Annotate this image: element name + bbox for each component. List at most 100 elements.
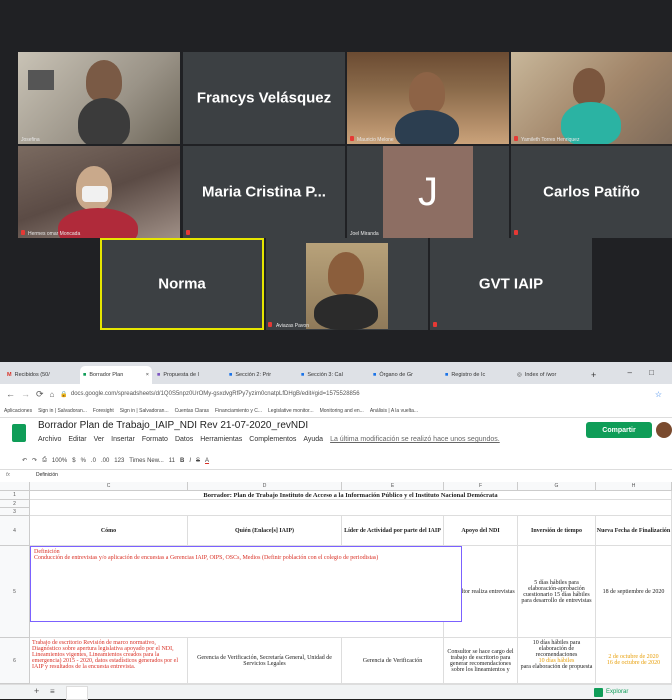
menu-item[interactable]: Editar: [68, 436, 86, 443]
browser-tab[interactable]: M Recibidos (50/: [4, 366, 78, 384]
cell[interactable]: 2 de octubre de 2020 16 de octubre de 20…: [596, 638, 672, 684]
column-header[interactable]: G: [518, 482, 596, 491]
browser-tab[interactable]: ■ Sección 2: Prir: [226, 366, 296, 384]
font-size-select[interactable]: 11: [169, 458, 175, 464]
browser-tab[interactable]: ■ Sección 3: Cal: [298, 366, 368, 384]
corner-cell[interactable]: [0, 482, 30, 491]
bookmark-item[interactable]: Sign in | Salvadoran...: [38, 408, 87, 414]
participant-tile[interactable]: J Joel Miranda: [347, 146, 509, 238]
row-header[interactable]: 6: [0, 638, 30, 684]
column-header[interactable]: F: [444, 482, 518, 491]
bold-button[interactable]: B: [180, 458, 184, 464]
new-tab-button[interactable]: +: [588, 366, 602, 384]
participant-tile[interactable]: Yamileth Torres Henriquez: [511, 52, 672, 144]
add-sheet-button[interactable]: +: [34, 686, 39, 696]
participant-tile[interactable]: Aviazas Pavon: [266, 238, 428, 330]
participant-tile[interactable]: Josefina: [18, 52, 180, 144]
bookmark-item[interactable]: Foresight: [93, 408, 114, 414]
italic-button[interactable]: I: [189, 458, 191, 464]
cell[interactable]: Consultor se hace cargo del trabajo de e…: [444, 638, 518, 684]
menu-item[interactable]: Herramientas: [200, 436, 242, 443]
column-header[interactable]: H: [596, 482, 672, 491]
bookmark-item[interactable]: Legislative monitor...: [268, 408, 314, 414]
decrease-decimal[interactable]: .0: [91, 458, 96, 464]
participant-tile[interactable]: Mauricio Melone: [347, 52, 509, 144]
percent-format[interactable]: %: [81, 458, 86, 464]
menu-item[interactable]: Complementos: [249, 436, 296, 443]
more-formats[interactable]: 123: [114, 458, 124, 464]
row-header[interactable]: 4: [0, 516, 30, 546]
menu-item[interactable]: Archivo: [38, 436, 61, 443]
back-icon[interactable]: ←: [6, 389, 15, 399]
browser-tab[interactable]: ■ Propuesta de l: [154, 366, 224, 384]
menu-item[interactable]: Formato: [142, 436, 168, 443]
cell[interactable]: Gerencia de Verificación, Secretaría Gen…: [188, 638, 342, 684]
reload-icon[interactable]: ⟳: [36, 389, 44, 400]
cell[interactable]: Trabajo de escritorio Revisión de marco …: [30, 638, 188, 684]
sheets-logo-icon[interactable]: [12, 424, 26, 442]
print-icon[interactable]: ⎙: [42, 457, 47, 464]
browser-tab[interactable]: ■ Órgano de Gr: [370, 366, 440, 384]
browser-tab[interactable]: ◎ Index of /wor: [514, 366, 586, 384]
header-cell[interactable]: Nueva Fecha de Finalización: [596, 516, 672, 546]
menu-item[interactable]: Datos: [175, 436, 193, 443]
row-header[interactable]: 2: [0, 500, 30, 508]
home-icon[interactable]: ⌂: [50, 390, 55, 399]
header-cell[interactable]: Quién (Enlace[s] IAIP): [188, 516, 342, 546]
share-button[interactable]: Compartir: [586, 422, 652, 438]
currency-format[interactable]: $: [72, 458, 75, 464]
strikethrough-button[interactable]: S: [196, 458, 200, 464]
participant-tile-active-speaker[interactable]: Norma: [100, 238, 264, 330]
bookmark-item[interactable]: Sign in | Salvadoran...: [120, 408, 169, 414]
header-cell[interactable]: Inversión de tiempo: [518, 516, 596, 546]
zoom-select[interactable]: 100%: [52, 458, 67, 464]
star-icon[interactable]: ☆: [655, 390, 662, 399]
editing-cell[interactable]: Definición Conducción de entrevistas y/o…: [30, 546, 462, 622]
browser-tab-active[interactable]: ■ Borrador Plan ×: [80, 366, 152, 384]
close-icon[interactable]: ×: [146, 372, 149, 378]
bookmark-item[interactable]: Financiamiento y C...: [215, 408, 262, 414]
cell[interactable]: 5 días hábiles para elaboración-aprobaci…: [518, 546, 596, 638]
cell[interactable]: Gerencia de Verificación: [342, 638, 444, 684]
participant-tile[interactable]: Maria Cristina P...: [183, 146, 345, 238]
header-cell[interactable]: Cómo: [30, 516, 188, 546]
row-header[interactable]: 3: [0, 508, 30, 516]
increase-decimal[interactable]: .00: [101, 458, 109, 464]
header-cell[interactable]: Líder de Actividad por parte del IAIP: [342, 516, 444, 546]
participant-tile[interactable]: GVT IAIP: [430, 238, 592, 330]
menu-item[interactable]: Insertar: [111, 436, 135, 443]
participant-tile[interactable]: Carlos Patiño: [511, 146, 672, 238]
url-field[interactable]: docs.google.com/spreadsheets/d/1Q0S5npz0…: [71, 391, 360, 397]
header-cell[interactable]: Apoyo del NDI: [444, 516, 518, 546]
explore-button[interactable]: Explorar: [594, 686, 670, 698]
undo-icon[interactable]: ↶: [22, 457, 27, 464]
formula-input[interactable]: Definición: [36, 472, 58, 478]
column-header[interactable]: D: [188, 482, 342, 491]
bookmark-item[interactable]: Cuentas Claras: [175, 408, 209, 414]
cell[interactable]: 10 días hábiles para elaboración de reco…: [518, 638, 596, 684]
menu-item[interactable]: Ver: [94, 436, 105, 443]
last-edit-link[interactable]: La última modificación se realizó hace u…: [330, 436, 500, 443]
all-sheets-icon[interactable]: ≡: [50, 687, 55, 696]
row-header[interactable]: 1: [0, 491, 30, 500]
banner-cell[interactable]: Borrador: Plan de Trabajo Instituto de A…: [30, 491, 672, 500]
column-header[interactable]: C: [30, 482, 188, 491]
row-header[interactable]: 5: [0, 546, 30, 638]
bookmark-item[interactable]: Monitoring and en...: [320, 408, 364, 414]
bookmark-item[interactable]: Aplicaciones: [4, 408, 32, 414]
browser-tab[interactable]: ■ Registro de Ic: [442, 366, 512, 384]
empty-cell[interactable]: [30, 500, 672, 516]
document-title[interactable]: Borrador Plan de Trabajo_IAIP_NDI Rev 21…: [38, 420, 308, 431]
column-header[interactable]: E: [342, 482, 444, 491]
minimize-icon[interactable]: –: [628, 368, 632, 377]
bookmark-item[interactable]: Análisis | A la vuelta...: [370, 408, 418, 414]
participant-tile[interactable]: Hermes omar Moncada: [18, 146, 180, 238]
font-select[interactable]: Times New...: [129, 458, 163, 464]
redo-icon[interactable]: ↷: [32, 457, 37, 464]
forward-icon[interactable]: →: [21, 389, 30, 399]
menu-item[interactable]: Ayuda: [303, 436, 323, 443]
participant-tile[interactable]: Francys Velásquez: [183, 52, 345, 144]
maximize-icon[interactable]: □: [649, 368, 654, 377]
avatar[interactable]: [656, 422, 672, 438]
text-color-button[interactable]: A: [205, 458, 209, 464]
